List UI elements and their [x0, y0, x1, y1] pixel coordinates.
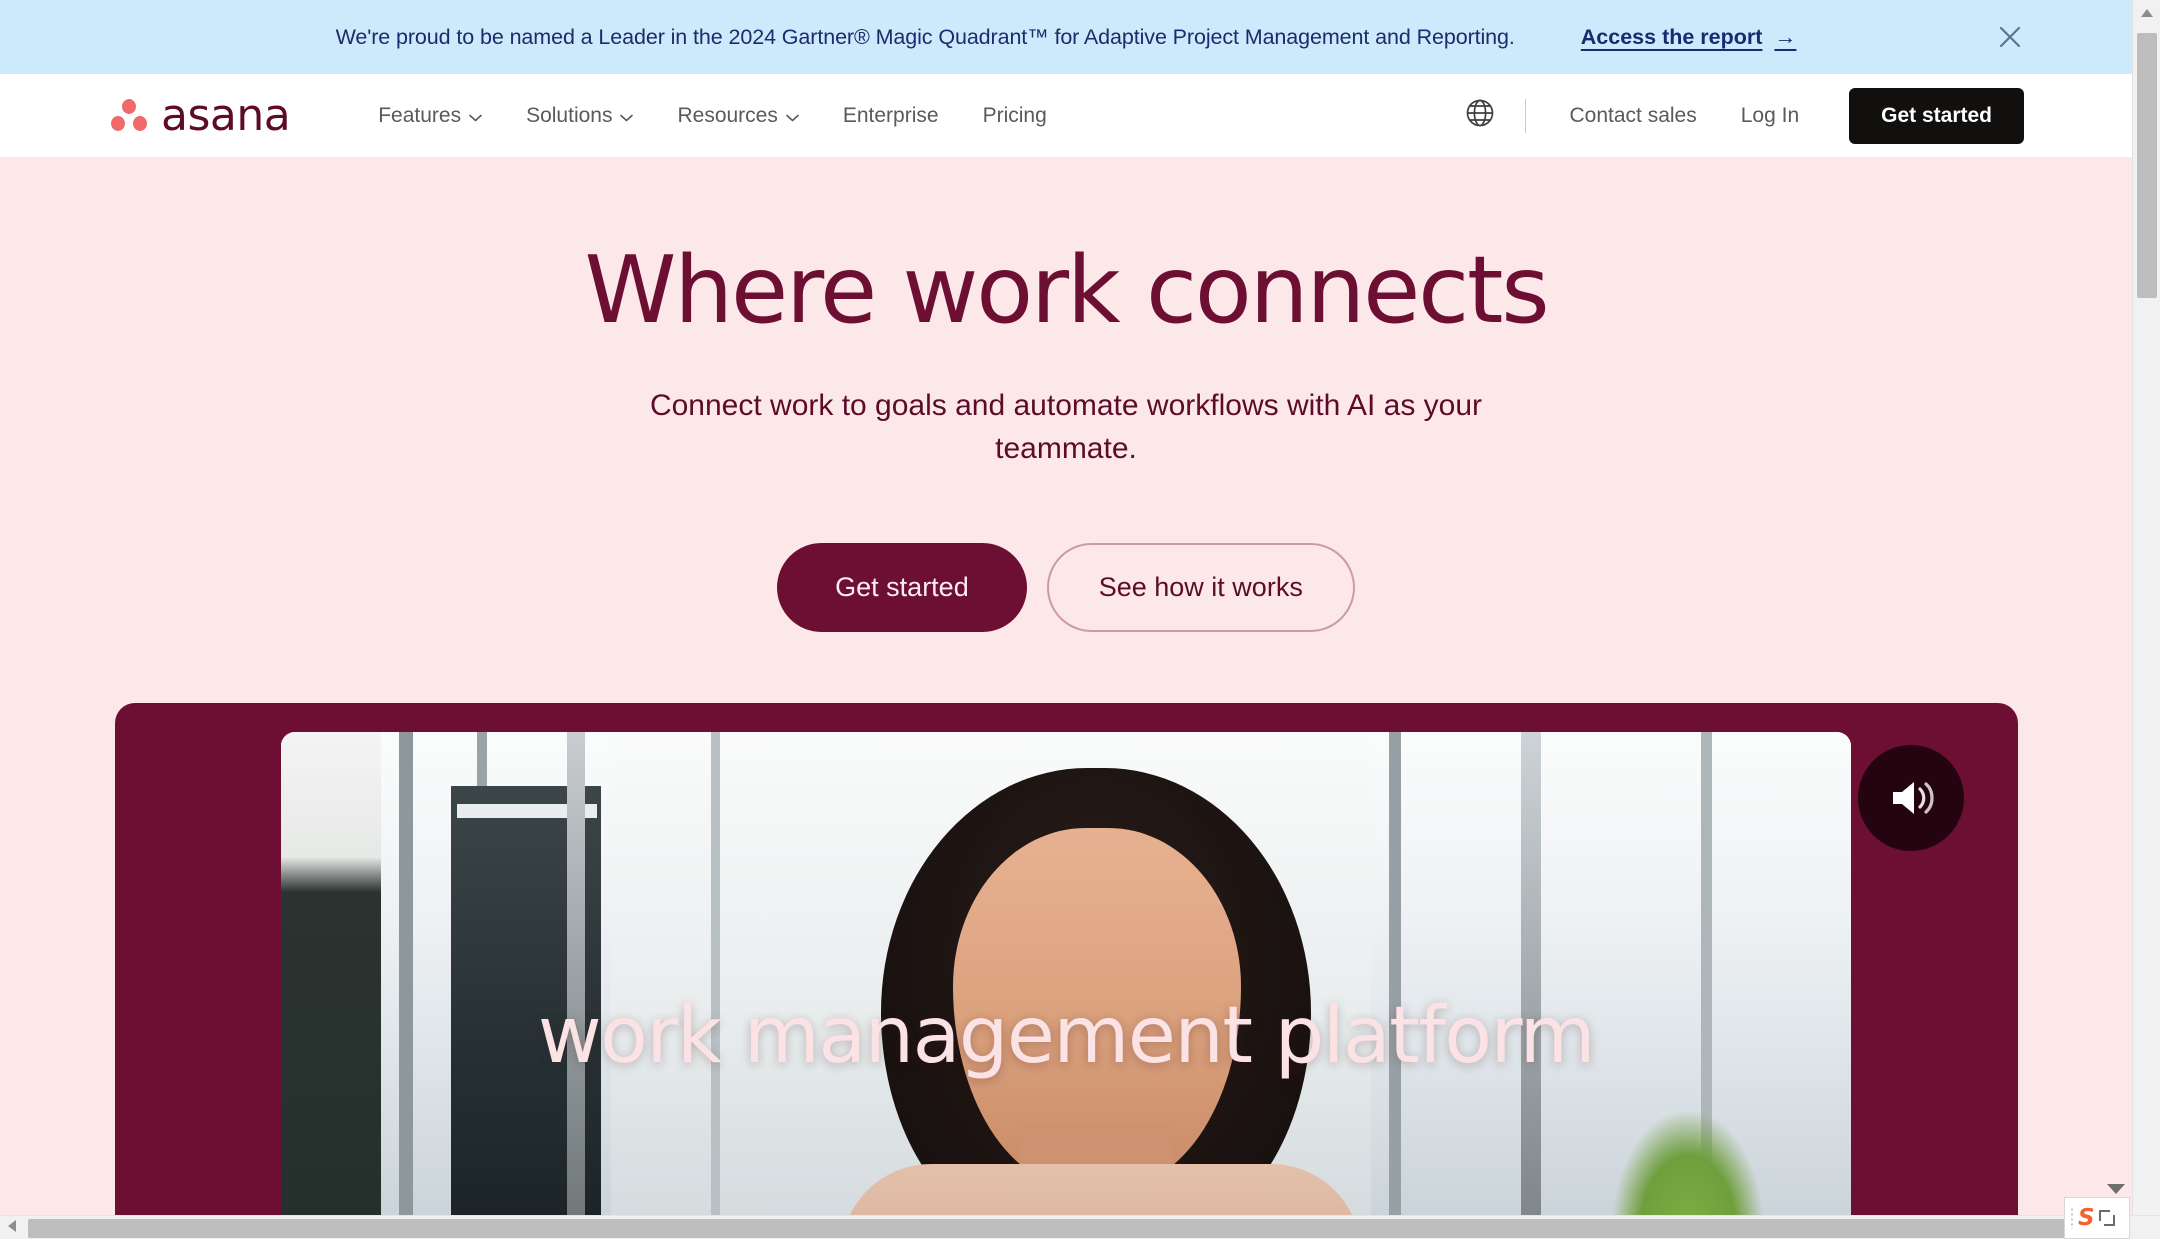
page-content: We're proud to be named a Leader in the … — [0, 0, 2132, 1215]
announcement-banner-content: We're proud to be named a Leader in the … — [336, 24, 1797, 50]
contact-sales-link[interactable]: Contact sales — [1548, 104, 1719, 128]
caret-down-icon — [2107, 1184, 2125, 1194]
access-report-link[interactable]: Access the report → — [1581, 24, 1797, 50]
access-report-label: Access the report — [1580, 24, 1763, 49]
nav-links: Features Solutions Resources Enterprise … — [356, 104, 1069, 128]
hero-title: Where work connects — [584, 236, 1549, 344]
drag-handle-icon[interactable] — [2070, 1207, 2074, 1229]
nav-item-pricing[interactable]: Pricing — [961, 104, 1069, 128]
log-in-link[interactable]: Log In — [1719, 104, 1821, 128]
video-sound-toggle-button[interactable] — [1857, 744, 1964, 851]
banner-close-button[interactable] — [1993, 20, 2027, 54]
arrow-right-icon: → — [1774, 24, 1797, 49]
scrollbar-left-arrow-button[interactable] — [0, 1216, 24, 1239]
close-icon — [1997, 24, 2023, 50]
nav-item-features-label: Features — [378, 103, 462, 127]
hero-cta-group: Get started See how it works — [0, 542, 2132, 632]
asana-logo[interactable]: asana — [110, 89, 291, 141]
horizontal-scrollbar[interactable] — [0, 1215, 2160, 1239]
hero-section: Where work connects Connect work to goal… — [0, 157, 2132, 1215]
chevron-down-icon — [620, 114, 634, 122]
nav-item-solutions[interactable]: Solutions — [504, 104, 655, 128]
nav-item-solutions-label: Solutions — [526, 103, 613, 127]
browser-viewport: We're proud to be named a Leader in the … — [0, 0, 2160, 1239]
nav-right-cluster: Contact sales Log In Get started — [1457, 87, 2024, 144]
chevron-down-icon — [469, 114, 482, 122]
nav-item-resources[interactable]: Resources — [655, 104, 820, 128]
scrollbar-up-arrow-button[interactable] — [2133, 0, 2160, 28]
nav-item-enterprise-label: Enterprise — [842, 103, 939, 127]
announcement-banner-text: We're proud to be named a Leader in the … — [335, 24, 1515, 49]
vertical-scrollbar[interactable] — [2132, 0, 2160, 1215]
horizontal-scrollbar-thumb[interactable] — [28, 1219, 2078, 1238]
language-selector-button[interactable] — [1457, 93, 1503, 139]
asana-logo-mark-icon — [110, 99, 148, 132]
nav-get-started-button[interactable]: Get started — [1849, 87, 2024, 144]
vertical-scrollbar-thumb[interactable] — [2137, 33, 2157, 298]
hero-video-frame: work management platform — [114, 702, 2018, 1215]
hero-get-started-button[interactable]: Get started — [777, 542, 1027, 632]
asana-logo-wordmark: asana — [161, 89, 291, 141]
caret-left-icon — [7, 1219, 17, 1238]
nav-item-pricing-label: Pricing — [982, 103, 1047, 127]
screenshot-crop-icon[interactable] — [2098, 1210, 2115, 1226]
video-scene-image — [280, 731, 1851, 1215]
hero-see-how-it-works-button[interactable]: See how it works — [1046, 542, 1355, 632]
globe-icon — [1465, 98, 1495, 133]
hero-video-player[interactable] — [280, 731, 1851, 1215]
chevron-down-icon — [786, 114, 799, 122]
nav-divider — [1524, 98, 1526, 133]
nav-item-resources-label: Resources — [677, 103, 778, 127]
nav-item-enterprise[interactable]: Enterprise — [821, 104, 961, 128]
speaker-unmuted-icon — [1885, 776, 1937, 820]
hero-subtitle: Connect work to goals and automate workf… — [649, 388, 1483, 466]
screenshot-tool-widget[interactable]: S — [2064, 1184, 2130, 1239]
main-navigation: asana Features Solutions Resources Enter… — [0, 74, 2132, 157]
sogou-logo-icon: S — [2078, 1204, 2095, 1231]
caret-up-icon — [2140, 5, 2154, 23]
announcement-banner: We're proud to be named a Leader in the … — [0, 0, 2132, 74]
nav-item-features[interactable]: Features — [356, 104, 504, 128]
